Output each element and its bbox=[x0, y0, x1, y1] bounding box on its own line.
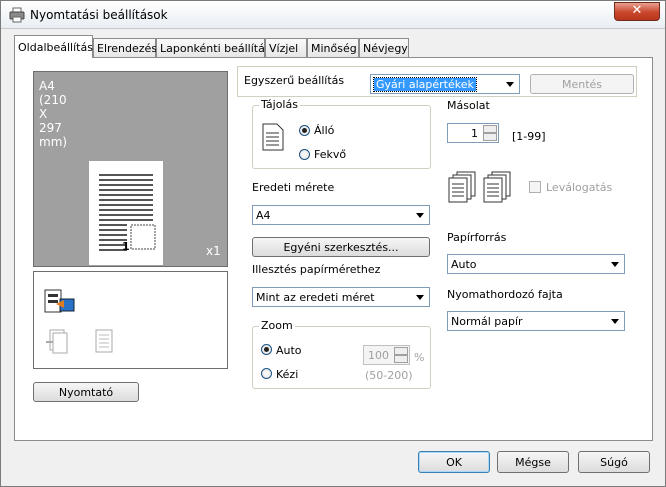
paper-size-label: A4 (210 X 297 mm) bbox=[39, 79, 68, 149]
preview-sheet: 1 bbox=[89, 161, 163, 265]
chevron-down-icon bbox=[608, 257, 622, 271]
output-preview bbox=[33, 271, 228, 369]
window-title: Nyomtatási beállítások bbox=[30, 8, 168, 22]
orientation-landscape-radio[interactable] bbox=[299, 149, 310, 160]
tab-layout[interactable]: Elrendezés bbox=[93, 38, 158, 57]
help-button[interactable]: Súgó bbox=[578, 451, 650, 473]
copies-badge: x1 bbox=[206, 244, 221, 258]
orientation-portrait-radio[interactable] bbox=[299, 125, 310, 136]
zoom-label: Zoom bbox=[259, 319, 295, 332]
close-icon: ✕ bbox=[631, 3, 643, 18]
chevron-down-icon bbox=[503, 77, 517, 91]
close-button[interactable]: ✕ bbox=[614, 2, 660, 21]
paper-source-select[interactable]: Auto bbox=[447, 254, 625, 274]
tab-watermark[interactable]: Vízjel bbox=[265, 38, 307, 57]
tab-label: Minőség bbox=[311, 42, 357, 55]
save-button[interactable]: Mentés bbox=[530, 74, 634, 94]
zoom-value: 100 bbox=[368, 349, 389, 362]
copies-value: 1 bbox=[471, 127, 478, 140]
copies-range: [1-99] bbox=[512, 130, 546, 143]
tab-quality[interactable]: Minőség bbox=[307, 38, 359, 57]
zoom-range: (50-200) bbox=[365, 369, 413, 382]
staple-icon bbox=[95, 329, 113, 353]
spin-down-icon[interactable] bbox=[483, 133, 497, 141]
ok-button[interactable]: OK bbox=[418, 451, 490, 473]
print-settings-window: Nyomtatási beállítások ✕ Oldalbeállítás … bbox=[0, 0, 666, 487]
zoom-manual-label: Kézi bbox=[276, 368, 299, 381]
tab-per-page-setting[interactable]: Laponkénti beállítás bbox=[156, 38, 271, 57]
cancel-button[interactable]: Mégse bbox=[497, 451, 569, 473]
tab-label: Vízjel bbox=[269, 42, 299, 55]
zoom-unit: % bbox=[414, 351, 425, 364]
easy-setting-value: Gyári alapértékek bbox=[373, 77, 477, 92]
duplex-icon bbox=[46, 329, 68, 354]
collate-checkbox[interactable] bbox=[529, 181, 541, 193]
paper-source-value: Auto bbox=[451, 258, 477, 271]
fit-to-paper-label: Illesztés papírmérethez bbox=[252, 263, 381, 276]
spin-up-icon[interactable] bbox=[394, 347, 408, 355]
tab-page-setup[interactable]: Oldalbeállítás bbox=[14, 35, 93, 58]
title-bar: Nyomtatási beállítások ✕ bbox=[1, 1, 665, 29]
chevron-down-icon bbox=[413, 208, 427, 222]
original-size-value: A4 bbox=[256, 209, 271, 222]
tab-label: Elrendezés bbox=[97, 42, 158, 55]
collate-stack-icon-2 bbox=[483, 171, 511, 203]
fit-to-paper-select[interactable]: Mint az eredeti méret bbox=[252, 287, 430, 307]
media-type-label: Nyomathordozó fajta bbox=[447, 288, 563, 301]
copies-stepper[interactable]: 1 bbox=[447, 123, 499, 143]
media-type-select[interactable]: Normál papír bbox=[447, 311, 625, 331]
orientation-landscape-label: Fekvő bbox=[314, 148, 347, 161]
chevron-down-icon bbox=[413, 290, 427, 304]
collate-label: Leválogatás bbox=[546, 181, 613, 194]
media-type-value: Normál papír bbox=[451, 315, 523, 328]
chevron-down-icon bbox=[608, 314, 622, 328]
copies-label: Másolat bbox=[447, 99, 490, 112]
tab-label: Névjegy bbox=[363, 42, 408, 55]
preview-page-number: 1 bbox=[122, 240, 130, 253]
printer-button[interactable]: Nyomtató bbox=[33, 382, 139, 402]
original-size-select[interactable]: A4 bbox=[252, 205, 430, 225]
original-size-label: Eredeti mérete bbox=[252, 181, 335, 194]
custom-edit-button[interactable]: Egyéni szerkesztés... bbox=[252, 237, 430, 257]
portrait-page-icon bbox=[262, 123, 284, 151]
tab-label: Laponkénti beállítás bbox=[160, 42, 271, 55]
orientation-label: Tájolás bbox=[259, 98, 300, 111]
collate-stack-icon bbox=[448, 171, 476, 203]
spin-up-icon[interactable] bbox=[483, 125, 497, 133]
zoom-auto-label: Auto bbox=[276, 344, 302, 357]
printer-output-icon bbox=[44, 289, 75, 313]
paper-source-label: Papírforrás bbox=[447, 231, 507, 244]
spin-down-icon[interactable] bbox=[394, 355, 408, 363]
orientation-portrait-label: Álló bbox=[314, 124, 335, 137]
easy-setting-select[interactable]: Gyári alapértékek bbox=[370, 74, 520, 94]
tab-about[interactable]: Névjegy bbox=[359, 38, 409, 57]
printer-icon bbox=[9, 7, 25, 23]
easy-setting-label: Egyszerű beállítás bbox=[244, 74, 345, 87]
tab-label: Oldalbeállítás bbox=[18, 41, 93, 54]
zoom-stepper[interactable]: 100 bbox=[363, 345, 410, 365]
zoom-manual-radio[interactable] bbox=[261, 368, 272, 379]
fit-to-paper-value: Mint az eredeti méret bbox=[256, 291, 375, 304]
zoom-auto-radio[interactable] bbox=[261, 344, 272, 355]
